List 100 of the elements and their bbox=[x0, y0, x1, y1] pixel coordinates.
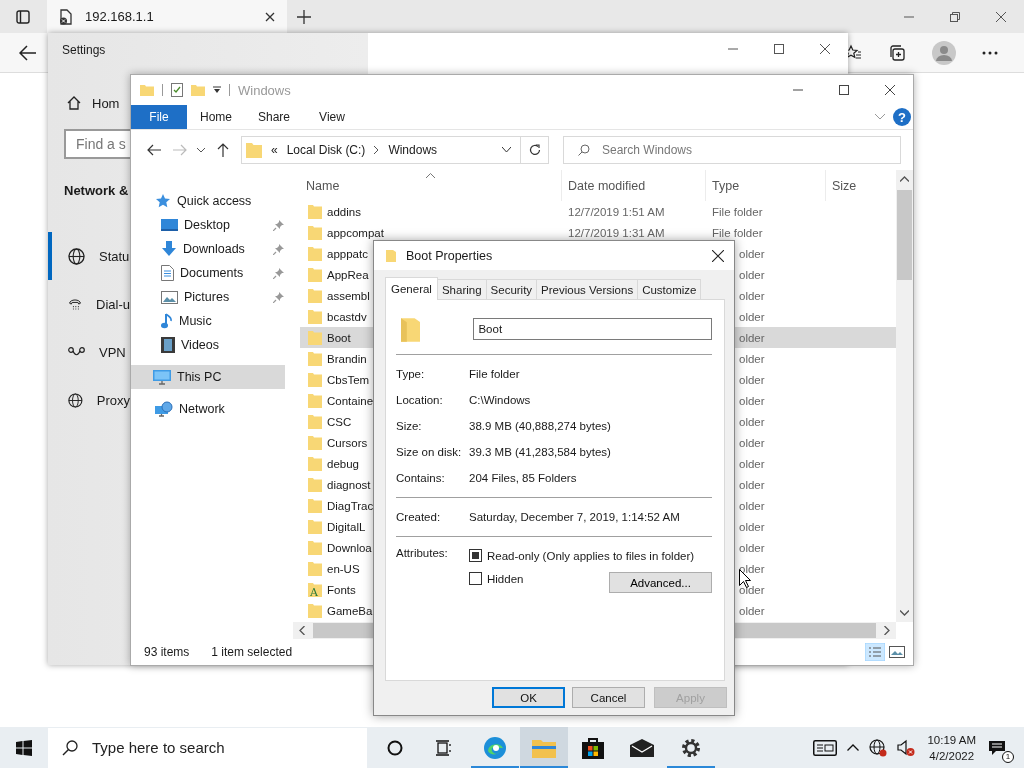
close-icon[interactable] bbox=[820, 44, 830, 54]
nav-item[interactable]: Quick access bbox=[131, 189, 299, 213]
nav-item[interactable]: Desktop bbox=[131, 213, 299, 237]
dialog-tab[interactable]: Sharing bbox=[436, 279, 487, 299]
close-icon[interactable] bbox=[885, 85, 895, 95]
nav-item[interactable]: Documents bbox=[131, 261, 299, 285]
maximize-icon[interactable] bbox=[839, 85, 849, 95]
notification-icon[interactable] bbox=[988, 739, 1006, 756]
film-icon bbox=[161, 337, 175, 353]
column-header[interactable]: Type bbox=[712, 178, 740, 193]
folder-name-field[interactable]: Boot bbox=[473, 318, 712, 340]
nav-item[interactable]: Network bbox=[131, 397, 299, 421]
column-header[interactable]: Name bbox=[306, 178, 340, 193]
pin-icon[interactable] bbox=[273, 219, 284, 231]
breadcrumb[interactable]: Windows bbox=[388, 143, 438, 157]
dropdown-icon[interactable] bbox=[502, 147, 511, 153]
tab-title: 192.168.1.1 bbox=[85, 9, 155, 24]
clock[interactable]: 10:19 AM 4/2/2022 bbox=[927, 731, 976, 764]
close-icon[interactable] bbox=[996, 11, 1006, 22]
download-arrow-icon bbox=[161, 241, 177, 257]
news-icon[interactable] bbox=[813, 739, 838, 756]
collections-icon[interactable] bbox=[888, 43, 906, 62]
nav-item[interactable]: Pictures bbox=[131, 285, 299, 309]
back-arrow-icon[interactable] bbox=[147, 144, 161, 156]
property-value: File folder bbox=[469, 368, 520, 380]
scroll-down-icon[interactable] bbox=[900, 610, 909, 616]
folder-icon bbox=[308, 288, 322, 303]
folder-icon bbox=[386, 249, 396, 262]
scroll-right-icon[interactable] bbox=[884, 626, 890, 635]
checkbox[interactable] bbox=[469, 572, 482, 585]
vertical-scrollbar[interactable] bbox=[896, 170, 913, 622]
scroll-thumb[interactable] bbox=[897, 190, 912, 280]
column-header[interactable]: Date modified bbox=[568, 178, 646, 193]
pin-icon[interactable] bbox=[273, 291, 284, 303]
vpn-icon bbox=[68, 346, 85, 358]
settings-nav-item[interactable]: Proxy bbox=[48, 376, 130, 424]
chevron-up-icon[interactable] bbox=[847, 744, 860, 751]
checkbox-label[interactable]: Read-only (Only applies to files in folder) bbox=[487, 549, 695, 562]
dialog-tab[interactable]: Security bbox=[485, 279, 538, 299]
taskbar-search-field[interactable]: Type here to search bbox=[48, 727, 367, 768]
item-count: 93 items bbox=[144, 645, 190, 659]
scroll-left-icon[interactable] bbox=[299, 626, 305, 635]
browser-tab[interactable]: 192.168.1.1 bbox=[47, 0, 287, 33]
help-button[interactable]: ? bbox=[893, 108, 911, 126]
nav-item[interactable]: This PC bbox=[131, 365, 285, 389]
type-cell: older bbox=[739, 541, 765, 554]
search-field[interactable]: Search Windows bbox=[563, 136, 901, 164]
nav-item[interactable]: Music bbox=[131, 309, 299, 333]
file-name: addins bbox=[327, 205, 361, 218]
pin-icon[interactable] bbox=[273, 267, 284, 279]
type-cell: older bbox=[739, 415, 765, 428]
close-icon[interactable] bbox=[265, 11, 275, 22]
folder-icon bbox=[308, 267, 322, 282]
checkbox[interactable] bbox=[469, 549, 482, 562]
scroll-up-icon[interactable] bbox=[900, 176, 909, 182]
profile-avatar-icon[interactable] bbox=[932, 40, 956, 65]
dialog-tab[interactable]: General bbox=[385, 277, 438, 300]
back-arrow-icon[interactable] bbox=[19, 44, 37, 61]
file-menu-button[interactable]: File bbox=[131, 105, 187, 129]
type-cell: older bbox=[739, 478, 765, 491]
dialog-button[interactable]: OK bbox=[492, 687, 565, 708]
up-arrow-icon[interactable] bbox=[217, 143, 229, 157]
ribbon-tab[interactable]: Home bbox=[187, 105, 245, 129]
dropdown-icon[interactable] bbox=[213, 86, 221, 94]
more-icon[interactable] bbox=[982, 50, 998, 55]
speaker-muted-icon[interactable] bbox=[897, 738, 916, 757]
network-globe-icon[interactable] bbox=[869, 738, 888, 757]
recent-locations-icon[interactable] bbox=[197, 147, 205, 153]
dialog-button[interactable]: Cancel bbox=[572, 687, 645, 708]
cortana-circle-icon[interactable] bbox=[387, 739, 403, 756]
expand-ribbon-icon[interactable] bbox=[875, 114, 885, 120]
dialog-tab[interactable]: Customize bbox=[637, 279, 702, 299]
address-bar[interactable]: « Local Disk (C:) Windows bbox=[241, 136, 521, 164]
pin-icon[interactable] bbox=[273, 243, 284, 255]
ribbon-tab[interactable]: View bbox=[303, 105, 361, 129]
restore-icon[interactable] bbox=[950, 11, 960, 22]
ribbon-tab[interactable]: Share bbox=[245, 105, 303, 129]
tab-actions-icon[interactable] bbox=[16, 9, 30, 24]
start-windows-icon[interactable] bbox=[16, 739, 32, 756]
settings-nav-item[interactable]: VPN bbox=[48, 328, 130, 376]
breadcrumb[interactable]: Local Disk (C:) bbox=[286, 143, 366, 157]
refresh-button[interactable] bbox=[521, 136, 549, 164]
file-name: Brandin bbox=[327, 352, 367, 365]
checkbox-label[interactable]: Hidden bbox=[487, 572, 524, 585]
new-tab-icon[interactable] bbox=[297, 9, 311, 24]
chevron-right-icon[interactable] bbox=[374, 146, 380, 154]
advanced-button[interactable]: Advanced... bbox=[609, 572, 712, 593]
nav-item[interactable]: Videos bbox=[131, 333, 299, 357]
maximize-icon[interactable] bbox=[774, 44, 784, 54]
search-field[interactable]: Find a s bbox=[64, 129, 130, 159]
task-view-icon[interactable] bbox=[435, 739, 453, 756]
properties-icon[interactable] bbox=[171, 83, 183, 97]
column-header[interactable]: Size bbox=[832, 178, 857, 193]
folder-icon bbox=[308, 393, 322, 408]
close-icon[interactable] bbox=[712, 249, 724, 262]
nav-item[interactable]: Downloads bbox=[131, 237, 299, 261]
settings-nav-item[interactable]: Dial-u bbox=[48, 280, 130, 328]
thumbnail-view-icon[interactable] bbox=[889, 645, 905, 659]
home-nav-item[interactable]: Hom bbox=[66, 95, 120, 111]
folder-icon bbox=[308, 435, 322, 450]
